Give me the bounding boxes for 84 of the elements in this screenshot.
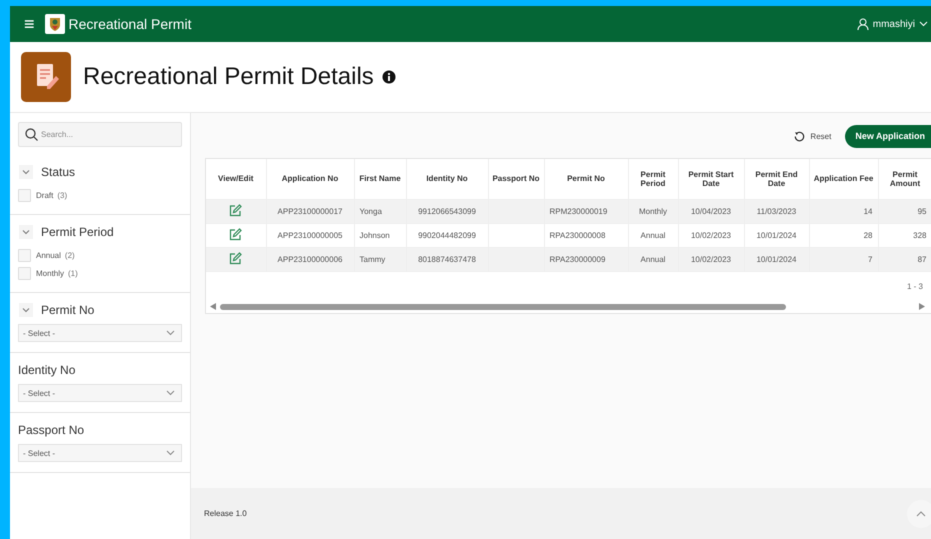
option-count: (1): [68, 268, 78, 278]
option-label[interactable]: Annual: [36, 250, 61, 260]
chevron-down-icon: [166, 330, 175, 336]
reset-icon: [794, 130, 806, 142]
table-cell: 95: [918, 206, 926, 216]
chevron-down-icon: [166, 390, 175, 396]
menu-button[interactable]: ≡: [18, 15, 41, 33]
table-cell: 10/01/2024: [756, 230, 797, 240]
select-field[interactable]: - Select -: [18, 324, 182, 342]
checkbox[interactable]: [18, 266, 31, 280]
emblem-icon: [44, 14, 65, 34]
option-label[interactable]: Monthly: [36, 268, 64, 278]
scroll-left-icon[interactable]: [210, 303, 216, 310]
checkbox[interactable]: [18, 248, 31, 262]
facet-title: Permit No: [41, 303, 94, 317]
table-cell: 87: [918, 254, 926, 264]
table-cell: 10/02/2023: [690, 254, 732, 264]
column-header[interactable]: Application No: [270, 174, 350, 184]
page-title: Recreational Permit Details: [83, 63, 374, 91]
select-field[interactable]: - Select -: [18, 444, 182, 462]
column-header[interactable]: Passport No: [492, 174, 540, 184]
chevron-down-icon: [919, 21, 928, 27]
facet-title: Identity No: [18, 363, 76, 377]
column-header[interactable]: Permit No: [548, 174, 624, 184]
option-count: (3): [57, 190, 68, 200]
table-cell: Annual: [640, 230, 666, 240]
table-cell: RPM230000019: [550, 206, 608, 216]
pagination-range: 1 - 3: [906, 282, 923, 291]
new-application-button[interactable]: New Application: [845, 124, 931, 148]
option-count: (2): [64, 250, 75, 260]
search-input[interactable]: Search...: [41, 123, 181, 146]
table-cell: 8018874637478: [418, 254, 476, 264]
table-cell: 10/01/2024: [756, 254, 797, 264]
table-cell: Johnson: [360, 230, 390, 240]
chevron-down-icon: [166, 450, 175, 456]
column-header[interactable]: Permit Period: [632, 170, 674, 188]
checkbox[interactable]: [18, 188, 31, 202]
table-cell: 9902044482099: [418, 230, 476, 240]
user-icon: [856, 18, 869, 30]
column-header[interactable]: Permit End Date: [748, 170, 806, 188]
column-header[interactable]: Permit Start Date: [682, 170, 740, 188]
table-cell: APP23100000006: [278, 254, 342, 264]
chevron-down-icon[interactable]: [19, 303, 33, 317]
chevron-down-icon[interactable]: [19, 225, 33, 239]
table-cell: 11/03/2023: [756, 206, 796, 216]
column-header[interactable]: Identity No: [410, 174, 484, 184]
table-cell: 10/02/2023: [690, 230, 732, 240]
table-cell: Monthly: [638, 206, 667, 216]
document-edit-icon: [21, 52, 71, 102]
chevron-up-icon: [916, 510, 926, 516]
column-header[interactable]: Application Fee: [812, 174, 874, 184]
table-cell: 14: [864, 206, 872, 216]
info-icon[interactable]: [382, 70, 396, 84]
release-label: Release 1.0: [204, 509, 247, 518]
edit-icon[interactable]: [229, 228, 242, 240]
facet-title: Passport No: [18, 423, 84, 437]
table-cell: APP23100000017: [278, 206, 342, 216]
reset-button[interactable]: Reset: [788, 130, 838, 142]
app-title: Recreational Permit: [68, 16, 192, 32]
user-menu[interactable]: mmashiyi: [856, 18, 931, 30]
search-icon: [25, 128, 38, 141]
edit-icon[interactable]: [229, 204, 242, 216]
table-cell: Tammy: [360, 254, 386, 264]
option-label[interactable]: Draft: [36, 190, 54, 200]
table-cell: 28: [864, 230, 872, 240]
chevron-down-icon[interactable]: [19, 165, 33, 179]
search-field[interactable]: Search...: [18, 122, 182, 147]
table-cell: 9912066543099: [418, 206, 476, 216]
table-cell: 10/04/2023: [690, 206, 732, 216]
table-cell: Yonga: [360, 206, 382, 216]
table-cell: RPA230000008: [550, 230, 606, 240]
column-header[interactable]: First Name: [358, 174, 402, 184]
table-cell: RPA230000009: [550, 254, 606, 264]
edit-icon[interactable]: [229, 252, 242, 265]
select-field[interactable]: - Select -: [18, 384, 182, 402]
facet-title: Permit Period: [41, 225, 114, 239]
table-cell: Annual: [640, 254, 666, 264]
table-cell: APP23100000005: [278, 230, 342, 240]
table-cell: 7: [868, 254, 872, 264]
facet-title: Status: [41, 165, 76, 179]
column-header[interactable]: Permit Amount: [882, 170, 928, 188]
scroll-right-icon[interactable]: [919, 303, 925, 310]
column-header[interactable]: View/Edit: [209, 174, 262, 184]
table-cell: 328: [913, 230, 926, 240]
